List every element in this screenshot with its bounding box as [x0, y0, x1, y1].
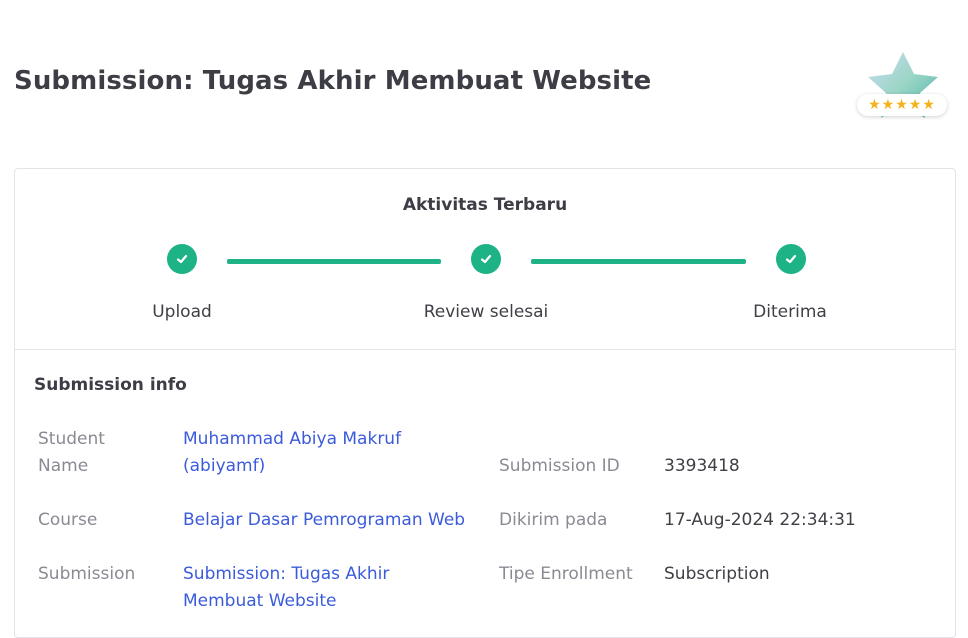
sent-at-value: 17-Aug-2024 22:34:31	[664, 510, 856, 530]
step-accepted-check-icon	[776, 244, 806, 274]
submission-card: Aktivitas Terbaru Upload Review selesai …	[14, 168, 956, 638]
step-connector	[227, 259, 441, 264]
submission-id-value: 3393418	[664, 456, 740, 476]
rating-badge: ★★★★★	[855, 50, 953, 126]
submission-id-label: Submission ID	[499, 456, 620, 476]
enrollment-type-label: Tipe Enrollment	[499, 564, 633, 584]
rating-stars: ★★★★★	[857, 94, 947, 116]
page-title: Submission: Tugas Akhir Membuat Website	[14, 66, 652, 96]
divider	[15, 349, 955, 350]
student-name-label: Student Name	[38, 429, 105, 476]
submission-link[interactable]: Submission: Tugas Akhir Membuat Website	[183, 561, 413, 615]
enrollment-type-value: Subscription	[664, 564, 770, 584]
submission-label: Submission	[38, 564, 136, 584]
section-title: Submission info	[34, 375, 187, 395]
sent-at-label: Dikirim pada	[499, 510, 608, 530]
course-label: Course	[38, 510, 98, 530]
step-label-upload: Upload	[152, 302, 212, 322]
step-label-accepted: Diterima	[753, 302, 827, 322]
step-upload-check-icon	[167, 244, 197, 274]
step-review-check-icon	[471, 244, 501, 274]
student-name-link[interactable]: Muhammad Abiya Makruf (abiyamf)	[183, 426, 443, 480]
step-label-review: Review selesai	[423, 302, 549, 322]
activity-title: Aktivitas Terbaru	[402, 195, 568, 215]
step-connector	[531, 259, 746, 264]
course-link[interactable]: Belajar Dasar Pemrograman Web	[183, 507, 465, 534]
